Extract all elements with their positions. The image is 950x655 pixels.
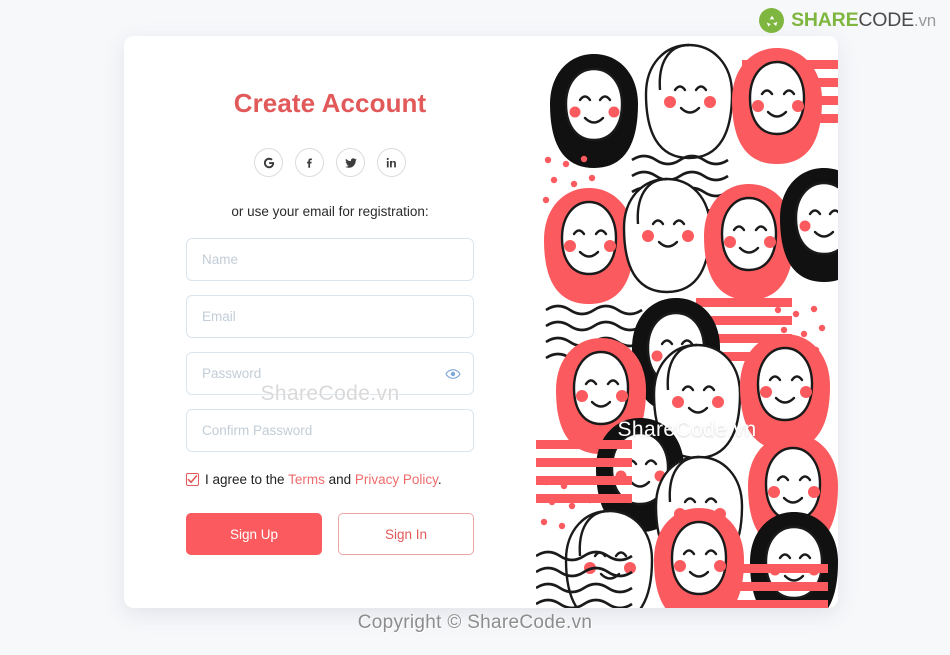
linkedin-icon [385, 156, 399, 170]
terms-middle: and [324, 472, 355, 487]
password-input[interactable] [186, 352, 474, 395]
terms-checkbox[interactable] [186, 473, 199, 486]
terms-link[interactable]: Terms [288, 472, 325, 487]
confirm-password-field-wrap [186, 409, 474, 452]
twitter-icon [344, 156, 358, 170]
eye-icon [445, 368, 461, 385]
password-field-wrap [186, 352, 474, 395]
name-input[interactable] [186, 238, 474, 281]
terms-prefix: I agree to the [205, 472, 289, 487]
name-field-wrap [186, 238, 474, 281]
terms-text: I agree to the Terms and Privacy Policy. [205, 472, 442, 487]
sign-up-button[interactable]: Sign Up [186, 513, 322, 555]
linkedin-login-button[interactable] [377, 148, 406, 177]
email-input[interactable] [186, 295, 474, 338]
terms-agreement-row: I agree to the Terms and Privacy Policy. [186, 472, 474, 487]
facebook-icon [303, 156, 317, 170]
footer-copyright: Copyright © ShareCode.vn [357, 612, 593, 633]
brand-tld-text: .vn [913, 10, 936, 30]
email-registration-label: or use your email for registration: [231, 204, 429, 219]
brand-share-text: SHARE [791, 8, 859, 31]
signup-card: Create Account or use your email for reg… [124, 36, 838, 608]
privacy-policy-link[interactable]: Privacy Policy [355, 472, 438, 487]
people-faces-pattern-illustration: ShareCode.vn [536, 36, 838, 608]
form-actions: Sign Up Sign In [186, 513, 474, 555]
facebook-login-button[interactable] [295, 148, 324, 177]
brand-wordmark: SHARECODE.vn [791, 8, 936, 31]
form-fields [186, 238, 474, 466]
brand-logo: SHARECODE.vn [759, 8, 936, 33]
brand-code-text: CODE [858, 8, 914, 31]
page-title: Create Account [233, 88, 427, 118]
sign-in-button[interactable]: Sign In [338, 513, 474, 555]
google-login-button[interactable] [254, 148, 283, 177]
google-icon [262, 156, 276, 170]
email-field-wrap [186, 295, 474, 338]
confirm-password-input[interactable] [186, 409, 474, 452]
terms-suffix: . [437, 472, 442, 487]
toggle-password-visibility-button[interactable] [445, 366, 461, 382]
social-login-row [254, 148, 406, 177]
twitter-login-button[interactable] [336, 148, 365, 177]
recycle-circle-icon [759, 8, 785, 33]
signup-form-pane: Create Account or use your email for reg… [124, 36, 536, 608]
